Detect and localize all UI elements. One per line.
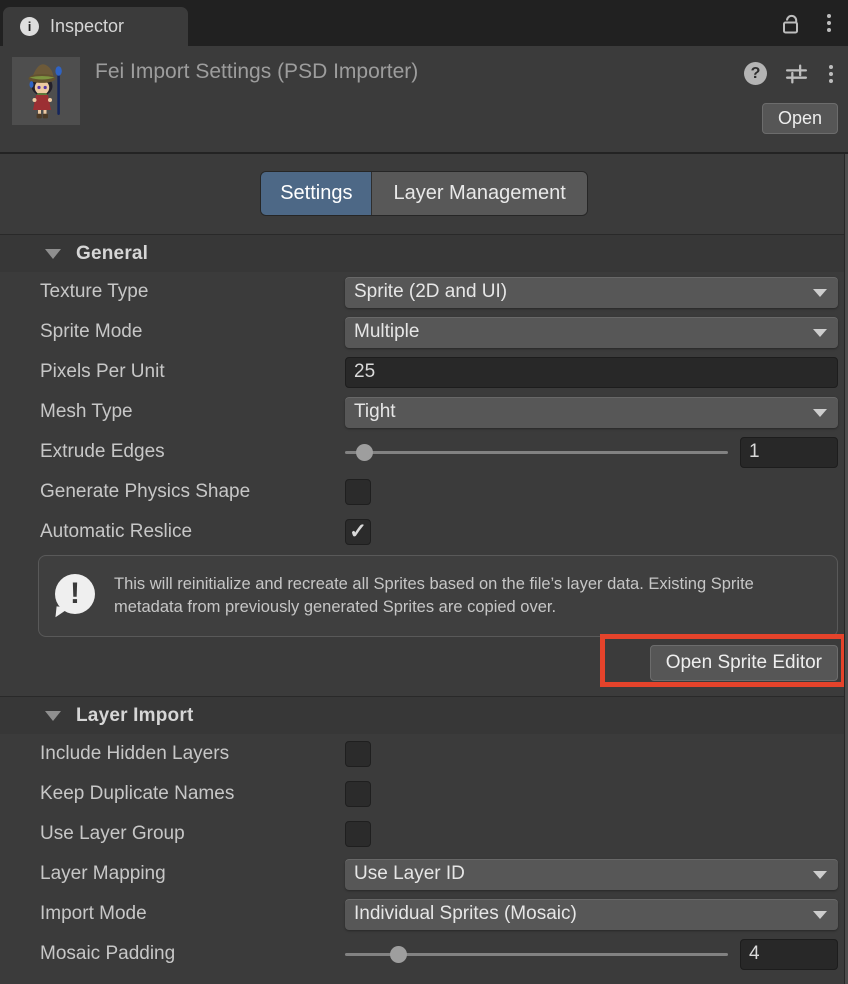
row-sprite-mode: Sprite Mode Multiple <box>0 312 848 352</box>
field-label: Extrude Edges <box>40 441 345 463</box>
slider-track <box>345 451 728 454</box>
row-keep-duplicate-names: Keep Duplicate Names ✓ <box>0 774 848 814</box>
row-automatic-reslice: Automatic Reslice ✓ <box>0 512 848 552</box>
slider-knob[interactable] <box>356 444 373 461</box>
extrude-edges-slider[interactable] <box>345 437 728 468</box>
foldout-arrow-icon <box>45 249 61 259</box>
section-header-general[interactable]: General <box>0 234 848 272</box>
row-mesh-type: Mesh Type Tight <box>0 392 848 432</box>
texture-type-dropdown[interactable]: Sprite (2D and UI) <box>345 277 838 308</box>
field-label: Generate Physics Shape <box>40 481 345 503</box>
row-use-layer-group: Use Layer Group ✓ <box>0 814 848 854</box>
info-icon: i <box>20 17 39 36</box>
help-icon[interactable]: ? <box>744 62 767 85</box>
inspector-tab[interactable]: i Inspector <box>3 7 188 46</box>
presets-icon[interactable] <box>782 59 811 88</box>
open-button[interactable]: Open <box>762 103 838 134</box>
section-header-layer-import[interactable]: Layer Import <box>0 696 848 734</box>
chevron-down-icon <box>813 289 827 297</box>
section-title: General <box>76 243 148 265</box>
mosaic-padding-input[interactable] <box>740 939 838 970</box>
automatic-reslice-checkbox[interactable]: ✓ <box>345 519 371 545</box>
unlock-icon[interactable] <box>777 9 804 38</box>
row-generate-physics-shape: Generate Physics Shape ✓ <box>0 472 848 512</box>
header-menu-icon[interactable] <box>826 62 836 86</box>
slider-knob[interactable] <box>390 946 407 963</box>
window-tab-bar: i Inspector <box>0 0 848 46</box>
row-texture-type: Texture Type Sprite (2D and UI) <box>0 272 848 312</box>
row-import-mode: Import Mode Individual Sprites (Mosaic) <box>0 894 848 934</box>
asset-title: Fei Import Settings (PSD Importer) <box>95 60 418 84</box>
row-layer-mapping: Layer Mapping Use Layer ID <box>0 854 848 894</box>
open-sprite-editor-button[interactable]: Open Sprite Editor <box>650 645 838 681</box>
keep-duplicate-names-checkbox[interactable]: ✓ <box>345 781 371 807</box>
field-label: Mosaic Padding <box>40 943 345 965</box>
check-icon: ✓ <box>349 521 367 542</box>
field-label: Texture Type <box>40 281 345 303</box>
layer-mapping-dropdown[interactable]: Use Layer ID <box>345 859 838 890</box>
chevron-down-icon <box>813 329 827 337</box>
tab-layer-management[interactable]: Layer Management <box>371 172 586 215</box>
warning-icon: ! <box>55 574 97 618</box>
mode-tab-bar: Settings Layer Management <box>0 154 848 234</box>
field-label: Use Layer Group <box>40 823 345 845</box>
row-extrude-edges: Extrude Edges <box>0 432 848 472</box>
window-menu-icon[interactable] <box>824 11 834 35</box>
chevron-down-icon <box>813 911 827 919</box>
row-include-hidden-layers: Include Hidden Layers ✓ <box>0 734 848 774</box>
open-sprite-editor-row: Open Sprite Editor <box>0 640 848 692</box>
field-label: Pixels Per Unit <box>40 361 345 383</box>
scrollbar[interactable] <box>844 154 848 984</box>
pixels-per-unit-input[interactable] <box>345 357 838 388</box>
row-mosaic-padding: Mosaic Padding <box>0 934 848 974</box>
chevron-down-icon <box>813 409 827 417</box>
include-hidden-layers-checkbox[interactable]: ✓ <box>345 741 371 767</box>
generate-physics-shape-checkbox[interactable]: ✓ <box>345 479 371 505</box>
sprite-mode-dropdown[interactable]: Multiple <box>345 317 838 348</box>
field-label: Automatic Reslice <box>40 521 345 543</box>
field-label: Include Hidden Layers <box>40 743 345 765</box>
row-pixels-per-unit: Pixels Per Unit <box>0 352 848 392</box>
field-label: Mesh Type <box>40 401 345 423</box>
inspector-tab-label: Inspector <box>50 16 124 37</box>
helpbox-text: This will reinitialize and recreate all … <box>114 573 780 619</box>
inspector-header: Fei Import Settings (PSD Importer) ? Ope… <box>0 46 848 154</box>
info-helpbox: ! This will reinitialize and recreate al… <box>38 555 838 637</box>
chevron-down-icon <box>813 871 827 879</box>
character-sprite-thumbnail <box>12 57 80 125</box>
mosaic-padding-slider[interactable] <box>345 939 728 970</box>
foldout-arrow-icon <box>45 711 61 721</box>
import-mode-dropdown[interactable]: Individual Sprites (Mosaic) <box>345 899 838 930</box>
field-label: Sprite Mode <box>40 321 345 343</box>
tab-settings[interactable]: Settings <box>261 172 371 215</box>
mesh-type-dropdown[interactable]: Tight <box>345 397 838 428</box>
section-title: Layer Import <box>76 705 194 727</box>
extrude-edges-input[interactable] <box>740 437 838 468</box>
field-label: Import Mode <box>40 903 345 925</box>
field-label: Layer Mapping <box>40 863 345 885</box>
field-label: Keep Duplicate Names <box>40 783 345 805</box>
use-layer-group-checkbox[interactable]: ✓ <box>345 821 371 847</box>
